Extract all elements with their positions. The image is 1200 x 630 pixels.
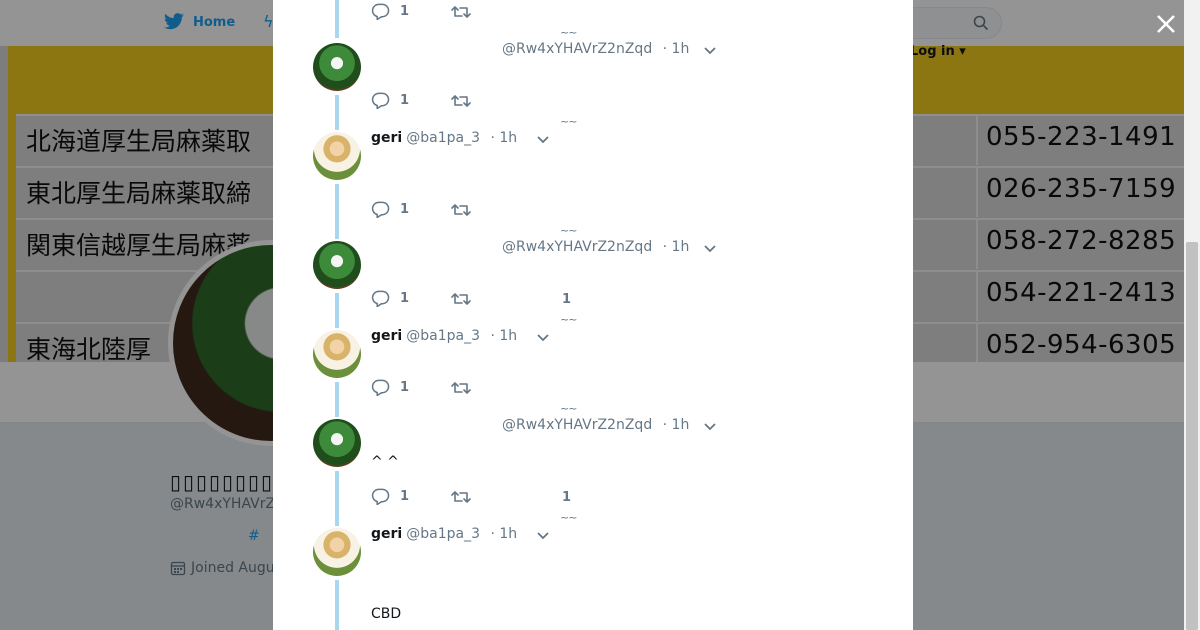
chevron-down-icon[interactable] — [703, 46, 717, 56]
thread-connector — [335, 382, 339, 417]
tweet-handle[interactable]: @Rw4xYHAVrZ2nZqd — [502, 41, 652, 57]
chevron-down-icon[interactable] — [703, 422, 717, 432]
tweet-author[interactable]: geri — [371, 328, 402, 344]
chevron-down-icon[interactable] — [536, 531, 550, 541]
tweet-thread-modal: 1 ~~ @Rw4xYHAVrZ2nZqd · 1h 1 ~~ geri @ba1… — [273, 0, 913, 630]
reply-icon — [371, 290, 390, 307]
avatar[interactable] — [313, 330, 361, 378]
tweet-actions: 1 — [371, 379, 471, 396]
like-count[interactable]: 1 — [562, 292, 571, 307]
tweet-handle[interactable]: @Rw4xYHAVrZ2nZqd — [502, 239, 652, 255]
thread-connector — [335, 580, 339, 630]
tweet-squiggle: ~~ — [560, 402, 577, 415]
avatar[interactable] — [313, 241, 361, 289]
tweet-header: @Rw4xYHAVrZ2nZqd · 1h — [498, 239, 689, 255]
thread-connector — [335, 471, 339, 526]
tweet-author[interactable]: geri — [371, 130, 402, 146]
thread-connector — [335, 293, 339, 328]
reply-count: 1 — [400, 93, 410, 108]
avatar[interactable] — [313, 419, 361, 467]
page-scrollbar[interactable] — [1184, 0, 1200, 630]
tweet-time[interactable]: · 1h — [663, 239, 690, 255]
reply-count: 1 — [400, 202, 410, 217]
tweet-actions: 1 — [371, 201, 471, 218]
tweet-squiggle: ~~ — [560, 511, 577, 524]
avatar[interactable] — [313, 132, 361, 180]
thread-connector — [335, 184, 339, 239]
reply-icon — [371, 3, 390, 20]
retweet-icon[interactable] — [451, 489, 471, 505]
tweet-time[interactable]: · 1h — [663, 417, 690, 433]
tweet-author[interactable]: geri — [371, 526, 402, 542]
tweet-handle[interactable]: @ba1pa_3 — [406, 526, 480, 542]
reply-icon — [371, 488, 390, 505]
scrollbar-thumb[interactable] — [1186, 242, 1198, 630]
tweet-text: CBD — [371, 606, 402, 622]
reply-button[interactable]: 1 — [371, 379, 451, 396]
like-count[interactable]: 1 — [562, 490, 571, 505]
tweet-actions: 1 — [371, 3, 471, 20]
tweet-handle[interactable]: @ba1pa_3 — [406, 130, 480, 146]
retweet-icon[interactable] — [451, 4, 471, 20]
retweet-icon[interactable] — [451, 380, 471, 396]
tweet-text: ^ ^ — [371, 454, 399, 470]
close-icon[interactable] — [1152, 10, 1180, 38]
retweet-icon[interactable] — [451, 93, 471, 109]
chevron-down-icon[interactable] — [536, 333, 550, 343]
reply-button[interactable]: 1 — [371, 488, 451, 505]
tweet-header: geri @ba1pa_3 · 1h — [371, 526, 517, 542]
tweet-header: @Rw4xYHAVrZ2nZqd · 1h — [498, 41, 689, 57]
retweet-icon[interactable] — [451, 291, 471, 307]
reply-icon — [371, 379, 390, 396]
reply-button[interactable]: 1 — [371, 3, 451, 20]
reply-button[interactable]: 1 — [371, 290, 451, 307]
chevron-down-icon[interactable] — [703, 244, 717, 254]
tweet-time[interactable]: · 1h — [663, 41, 690, 57]
tweet-actions: 1 — [371, 290, 471, 307]
reply-count: 1 — [400, 291, 410, 306]
tweet-actions: 1 — [371, 92, 471, 109]
tweet-squiggle: ~~ — [560, 115, 577, 128]
tweet-header: @Rw4xYHAVrZ2nZqd · 1h — [498, 417, 689, 433]
tweet-time[interactable]: · 1h — [490, 526, 517, 542]
reply-icon — [371, 92, 390, 109]
thread-connector — [335, 95, 339, 130]
retweet-icon[interactable] — [451, 202, 471, 218]
avatar[interactable] — [313, 43, 361, 91]
reply-icon — [371, 201, 390, 218]
reply-count: 1 — [400, 380, 410, 395]
chevron-down-icon[interactable] — [536, 135, 550, 145]
thread-connector — [335, 0, 339, 38]
tweet-time[interactable]: · 1h — [490, 328, 517, 344]
tweet-time[interactable]: · 1h — [490, 130, 517, 146]
tweet-squiggle: ~~ — [560, 313, 577, 326]
tweet-squiggle: ~~ — [560, 224, 577, 237]
tweet-header: geri @ba1pa_3 · 1h — [371, 130, 517, 146]
tweet-handle[interactable]: @ba1pa_3 — [406, 328, 480, 344]
tweet-header: geri @ba1pa_3 · 1h — [371, 328, 517, 344]
tweet-handle[interactable]: @Rw4xYHAVrZ2nZqd — [502, 417, 652, 433]
tweet-actions: 1 — [371, 488, 471, 505]
tweet-squiggle: ~~ — [560, 26, 577, 39]
reply-button[interactable]: 1 — [371, 92, 451, 109]
reply-count: 1 — [400, 4, 410, 19]
reply-count: 1 — [400, 489, 410, 504]
reply-button[interactable]: 1 — [371, 201, 451, 218]
avatar[interactable] — [313, 528, 361, 576]
